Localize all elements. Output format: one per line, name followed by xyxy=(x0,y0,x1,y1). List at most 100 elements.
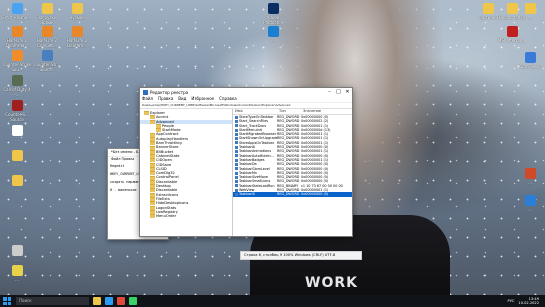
desktop-app-icon xyxy=(524,3,536,14)
desktop-icon-right-8[interactable]: ... xyxy=(515,195,545,212)
regedit-menu-item-3[interactable]: Избранное xyxy=(191,96,214,102)
taskbar-search-input[interactable]: Поиск xyxy=(16,297,89,305)
desktop-icon-label: Half-Life 2 Deathm... xyxy=(66,38,88,48)
regedit-menu-item-1[interactable]: Правка xyxy=(158,96,173,102)
desktop-icon-label: Half-Life 2 Compet... xyxy=(36,38,58,48)
desktop-icon-label: Counter-S... Source xyxy=(5,112,29,122)
desktop-icon-label: Half-Life 2 Deathma... xyxy=(5,38,29,48)
maximize-icon[interactable]: □ xyxy=(334,88,343,96)
column-type[interactable]: Тип xyxy=(279,109,303,114)
desktop-icon-right-5[interactable]: MSI Afterbur... xyxy=(497,26,527,43)
desktop-app-icon xyxy=(11,3,23,14)
desktop-app-icon xyxy=(11,175,23,186)
reg-value-icon xyxy=(235,119,238,123)
desktop-app-icon xyxy=(506,26,518,37)
reg-value-icon xyxy=(235,192,238,196)
desktop-icon-left-12[interactable]: ... xyxy=(2,175,32,192)
regedit-menu-item-4[interactable]: Справка xyxy=(219,96,237,102)
taskbar-app-icon-3[interactable] xyxy=(129,297,137,305)
registry-value-row[interactable]: TaskbarSi REG_DWORD 0x00000000 (0) xyxy=(233,192,352,197)
desktop-app-icon xyxy=(41,26,53,37)
desktop-app-icon xyxy=(11,125,23,136)
tree-key-label: MenuOrder xyxy=(156,214,177,219)
desktop-icon-left-10[interactable]: ... xyxy=(2,125,32,142)
desktop-icon-left-2[interactable]: музыка xyxy=(62,3,92,20)
reg-value-icon xyxy=(235,188,238,192)
desktop-icon-left-7[interactable]: Counter-Str... Sourc... xyxy=(32,50,62,72)
desktop-icon-right-4[interactable]: ... xyxy=(258,26,288,43)
desktop-app-icon xyxy=(41,50,53,61)
regedit-titlebar[interactable]: Редактор реестра – □ ✕ xyxy=(140,88,352,96)
column-value[interactable]: Значение xyxy=(303,109,352,114)
desktop-icon-left-13[interactable]: ... xyxy=(2,245,32,262)
regedit-title: Редактор реестра xyxy=(150,89,189,95)
regedit-menu-item-2[interactable]: Вид xyxy=(178,96,186,102)
desktop-app-icon xyxy=(11,245,23,256)
registry-editor-window[interactable]: Редактор реестра – □ ✕ Файл Правка Вид Избр… xyxy=(139,87,353,237)
desktop-icon-right-3[interactable]: ... xyxy=(515,3,545,20)
desktop-icon-left-5[interactable]: Half-Life 2 Deathm... xyxy=(62,26,92,48)
tree-key-item[interactable]: MenuOrder xyxy=(140,214,232,219)
reg-value-icon xyxy=(235,124,238,128)
reg-value-icon xyxy=(235,167,238,171)
desktop-icon-label: музыка xyxy=(69,15,85,20)
minimize-icon[interactable]: – xyxy=(325,88,334,96)
folder-icon xyxy=(150,119,155,124)
reg-value-icon xyxy=(235,141,238,145)
desktop-icon-label: ... xyxy=(15,257,19,262)
folder-icon xyxy=(144,111,149,116)
column-name[interactable]: Имя xyxy=(233,109,279,114)
reg-value-icon xyxy=(235,171,238,175)
desktop-icon-right-0[interactable]: Adobe Photosh... xyxy=(258,3,288,25)
reg-value-icon xyxy=(235,184,238,188)
desktop-app-icon xyxy=(524,195,536,206)
desktop-icon-right-7[interactable]: ... xyxy=(515,168,545,185)
desktop-icon-label: Adobe Photosh... xyxy=(263,15,283,25)
desktop-icon-left-11[interactable]: ... xyxy=(2,150,32,167)
taskbar-app-icon-2[interactable] xyxy=(117,297,125,305)
desktop-app-icon xyxy=(524,168,536,179)
desktop-icon-label: ... xyxy=(271,38,275,43)
desktop-icon-left-3[interactable]: Half-Life 2 Deathma... xyxy=(2,26,32,48)
regedit-menu-item-0[interactable]: Файл xyxy=(142,96,153,102)
desktop-icon-label: ... xyxy=(15,137,19,142)
desktop-icon-label: ... xyxy=(528,207,532,212)
language-indicator[interactable]: РУС xyxy=(508,299,515,303)
desktop-icon-left-9[interactable]: Counter-S... Source xyxy=(2,100,32,122)
regedit-menubar: Файл Правка Вид Избранное Справка xyxy=(140,96,352,103)
desktop-icon-label: ... xyxy=(528,15,532,20)
desktop-icon-left-1[interactable]: Загрузки Ярлык xyxy=(32,3,62,25)
desktop-icon-left-0[interactable]: Этот компь... xyxy=(2,3,32,20)
taskbar-app-icon-0[interactable] xyxy=(93,297,101,305)
value-name: TaskbarSi xyxy=(239,192,256,197)
regedit-key-tree[interactable]: Explorer Accent Advanced People StartMode App… xyxy=(140,109,233,236)
reg-value-icon xyxy=(235,145,238,149)
close-icon[interactable]: ✕ xyxy=(343,88,352,96)
reg-value-icon xyxy=(235,180,238,184)
desktop-app-icon xyxy=(11,26,23,37)
desktop-icon-right-6[interactable]: Core Temp xyxy=(515,52,545,69)
desktop-icon-left-6[interactable]: Counter-Strike Sou... xyxy=(2,50,32,72)
desktop-icon-left-8[interactable]: Call of Duty 4 -... xyxy=(2,75,32,97)
clock-date: 10.02.2022 xyxy=(518,301,539,305)
reg-value-icon xyxy=(235,154,238,158)
desktop-icon-label: MSI Afterbur... xyxy=(497,38,527,43)
desktop-icon-left-14[interactable]: ... xyxy=(2,265,32,282)
desktop-icon-label: Counter-Strike Sou... xyxy=(2,62,32,72)
desktop-app-icon xyxy=(11,150,23,161)
taskbar: Поиск РУС 13:49 10.02.2022 xyxy=(0,295,545,307)
notepad-statusbar: Строка 6, столбец 9 100% Windows (CRLF) … xyxy=(240,251,362,260)
taskbar-app-icon-1[interactable] xyxy=(105,297,113,305)
start-button[interactable] xyxy=(3,297,11,305)
system-tray: РУС 13:49 10.02.2022 xyxy=(508,297,545,305)
desktop-app-icon xyxy=(267,26,279,37)
desktop-icon-left-4[interactable]: Half-Life 2 Compet... xyxy=(32,26,62,48)
regedit-values-pane[interactable]: Имя Тип Значение StoreTypeOnTaskbar REG_D… xyxy=(233,109,352,236)
clock[interactable]: 13:49 10.02.2022 xyxy=(518,297,539,305)
value-type: REG_DWORD xyxy=(277,192,300,197)
desktop-app-icon xyxy=(11,100,23,111)
reg-value-icon xyxy=(235,132,238,136)
desktop-icon-label: ... xyxy=(528,180,532,185)
desktop-app-icon xyxy=(482,3,494,14)
desktop-icon-label: Этот компь... xyxy=(3,15,31,20)
